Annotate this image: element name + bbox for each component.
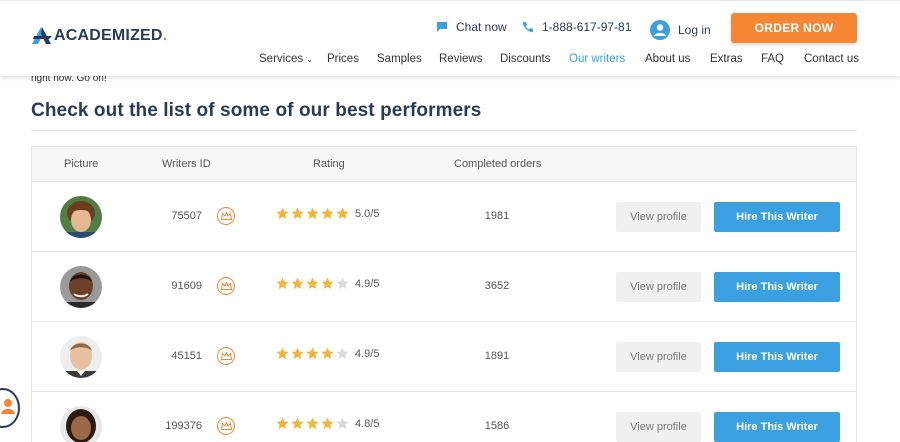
rating-stars: 5.0/5 (276, 207, 379, 220)
hire-writer-button[interactable]: Hire This Writer (714, 412, 840, 442)
nav-samples[interactable]: Samples (377, 53, 422, 65)
star-icon (291, 277, 304, 290)
star-icon (276, 207, 289, 220)
crown-icon (217, 207, 235, 225)
star-icon (306, 347, 319, 360)
rating-stars: 4.9/5 (276, 347, 379, 360)
support-widget-button[interactable] (0, 388, 20, 428)
star-icon (291, 417, 304, 430)
completed-orders: 1981 (484, 210, 510, 222)
rating-score: 4.9/5 (355, 347, 380, 360)
nav-discounts[interactable]: Discounts (500, 53, 551, 65)
table-header: Picture Writers ID Rating Completed orde… (32, 147, 856, 182)
view-profile-button[interactable]: View profile (616, 342, 701, 372)
view-profile-button[interactable]: View profile (616, 272, 701, 302)
star-icon (276, 277, 289, 290)
writer-id: 45151 (171, 350, 202, 362)
table-row: 75507 5.0/5 1981 View profile Hire This … (32, 182, 856, 252)
rating-score: 4.9/5 (355, 277, 380, 290)
heading-divider (31, 130, 857, 131)
main-nav: Services ⌄ Prices Samples Reviews Discou… (0, 53, 900, 67)
chat-now-label: Chat now (456, 20, 507, 34)
crown-icon (217, 417, 235, 435)
nav-reviews[interactable]: Reviews (439, 53, 482, 65)
page-heading: Check out the list of some of our best p… (31, 100, 482, 121)
writer-id: 75507 (171, 210, 202, 222)
star-icon (336, 277, 349, 290)
hire-writer-button[interactable]: Hire This Writer (714, 272, 840, 302)
phone-number: 1-888-617-97-81 (542, 20, 632, 34)
star-icon (306, 277, 319, 290)
hire-writer-button[interactable]: Hire This Writer (714, 202, 840, 232)
top-divider (0, 0, 900, 1)
avatar (60, 196, 102, 238)
view-profile-button[interactable]: View profile (616, 202, 701, 232)
star-icon (321, 207, 334, 220)
user-icon (0, 397, 16, 420)
chat-now-link[interactable]: Chat now (436, 20, 507, 34)
login-label: Log in (678, 23, 711, 37)
nav-extras[interactable]: Extras (710, 53, 743, 65)
logo-text: ACADEMIZED. (54, 27, 168, 44)
col-completed-orders: Completed orders (454, 158, 542, 170)
nav-faq[interactable]: FAQ (761, 53, 784, 65)
logo[interactable]: ACADEMIZED. (31, 25, 167, 47)
nav-our-writers[interactable]: Our writers (569, 53, 625, 65)
crown-icon (217, 277, 235, 295)
site-header: ACADEMIZED. Chat now 1-888-617-97-81 Log… (0, 0, 900, 76)
nav-services[interactable]: Services ⌄ (259, 53, 313, 65)
star-icon (306, 207, 319, 220)
login-link[interactable]: Log in (650, 20, 711, 40)
nav-contact-us[interactable]: Contact us (804, 53, 859, 65)
user-circle-icon (650, 20, 670, 40)
order-now-button[interactable]: ORDER NOW (731, 13, 857, 43)
table-row: 199376 4.8/5 1586 View profile Hire This… (32, 392, 856, 442)
star-icon (321, 417, 334, 430)
rating-score: 4.8/5 (355, 417, 380, 430)
completed-orders: 3652 (484, 280, 510, 292)
completed-orders: 1586 (484, 420, 510, 432)
phone-icon (522, 21, 534, 33)
nav-about-us[interactable]: About us (645, 53, 690, 65)
star-icon (336, 207, 349, 220)
star-icon (276, 347, 289, 360)
logo-mark-icon (31, 25, 53, 47)
avatar (60, 336, 102, 378)
table-row: 45151 4.9/5 1891 View profile Hire This … (32, 322, 856, 392)
star-icon (291, 207, 304, 220)
star-icon (306, 417, 319, 430)
col-rating: Rating (313, 158, 345, 170)
star-icon (276, 417, 289, 430)
view-profile-button[interactable]: View profile (616, 412, 701, 442)
chat-bubble-icon (436, 21, 448, 33)
writer-id: 199376 (165, 420, 202, 432)
avatar (60, 406, 102, 442)
star-icon (336, 347, 349, 360)
crown-icon (217, 347, 235, 365)
avatar (60, 266, 102, 308)
col-picture: Picture (64, 158, 99, 170)
rating-stars: 4.8/5 (276, 417, 379, 430)
rating-stars: 4.9/5 (276, 277, 379, 290)
star-icon (336, 417, 349, 430)
writer-id: 91609 (171, 280, 202, 292)
rating-score: 5.0/5 (355, 207, 380, 220)
star-icon (291, 347, 304, 360)
table-row: 91609 4.9/5 3652 View profile Hire This … (32, 252, 856, 322)
phone-link[interactable]: 1-888-617-97-81 (522, 20, 631, 34)
col-writers-id: Writers ID (162, 158, 211, 170)
star-icon (321, 347, 334, 360)
chevron-down-icon: ⌄ (306, 55, 314, 64)
completed-orders: 1891 (484, 350, 510, 362)
nav-prices[interactable]: Prices (327, 53, 359, 65)
star-icon (321, 277, 334, 290)
hire-writer-button[interactable]: Hire This Writer (714, 342, 840, 372)
writers-table: Picture Writers ID Rating Completed orde… (31, 146, 857, 442)
